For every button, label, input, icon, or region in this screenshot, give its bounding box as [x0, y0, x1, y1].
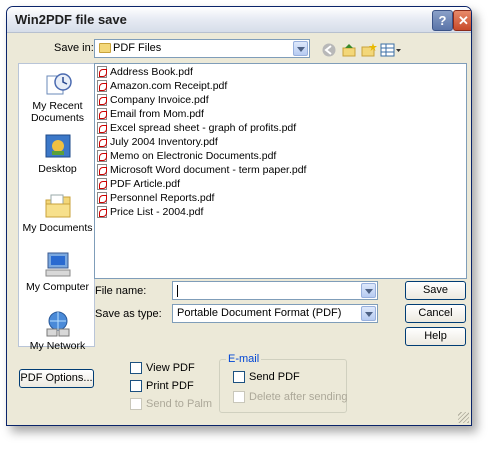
file-item[interactable]: Personnel Reports.pdf	[97, 192, 214, 206]
file-name: Memo on Electronic Documents.pdf	[110, 150, 277, 162]
file-item[interactable]: Company Invoice.pdf	[97, 94, 209, 108]
help-title-button[interactable]: ?	[432, 10, 453, 31]
window-title: Win2PDF file save	[15, 12, 127, 27]
sidebar-item-label: My Computer	[25, 281, 89, 293]
resize-grip-icon[interactable]	[458, 412, 469, 423]
save-dialog: Win2PDF file save ? ✕ Save in: PDF Files…	[6, 6, 472, 426]
file-name: July 2004 Inventory.pdf	[110, 136, 218, 148]
view-pdf-label: View PDF	[146, 362, 195, 374]
pdf-file-icon	[97, 80, 107, 93]
checkbox-box	[233, 391, 245, 404]
file-item[interactable]: Microsoft Word document - term paper.pdf	[97, 164, 306, 178]
sidebar-item-desktop[interactable]: Desktop	[19, 133, 96, 175]
file-item[interactable]: Address Book.pdf	[97, 66, 193, 80]
cancel-button[interactable]: Cancel	[405, 304, 466, 323]
send-to-palm-label: Send to Palm	[146, 398, 213, 410]
checkbox-box[interactable]	[130, 380, 142, 393]
pdf-file-icon	[97, 192, 107, 205]
pdf-options-button[interactable]: PDF Options...	[19, 369, 94, 388]
sidebar-item-my-computer[interactable]: My Computer	[19, 251, 96, 293]
file-name: Amazon.com Receipt.pdf	[110, 80, 228, 92]
print-pdf-label: Print PDF	[146, 380, 194, 392]
sidebar-item-label: Documents	[30, 112, 85, 124]
file-name: PDF Article.pdf	[110, 178, 181, 190]
file-name: Address Book.pdf	[110, 66, 193, 78]
recent-documents-icon	[43, 70, 73, 98]
file-item[interactable]: Amazon.com Receipt.pdf	[97, 80, 227, 94]
sidebar-item-my-documents[interactable]: My Documents	[19, 192, 96, 234]
send-pdf-label: Send PDF	[249, 371, 300, 383]
file-name: Personnel Reports.pdf	[110, 192, 215, 204]
help-button[interactable]: Help	[405, 327, 466, 346]
checkbox-box[interactable]	[130, 362, 142, 375]
close-button[interactable]: ✕	[453, 10, 471, 31]
save-button[interactable]: Save	[405, 281, 466, 300]
file-item[interactable]: Memo on Electronic Documents.pdf	[97, 150, 276, 164]
pdf-file-icon	[97, 66, 107, 79]
chevron-down-icon[interactable]	[293, 41, 308, 56]
save-in-value: PDF Files	[113, 42, 162, 54]
file-name: Email from Mom.pdf	[110, 108, 204, 120]
email-group-label: E-mail	[226, 353, 262, 365]
sidebar-item-my-recent-documents[interactable]: My Recent Documents	[19, 70, 96, 124]
my-documents-icon	[43, 192, 73, 220]
pdf-file-icon	[97, 122, 107, 135]
text-cursor	[177, 285, 178, 297]
view-menu-icon[interactable]	[380, 42, 402, 58]
file-item[interactable]: July 2004 Inventory.pdf	[97, 136, 218, 150]
pdf-file-icon	[97, 150, 107, 163]
my-computer-icon	[43, 251, 73, 279]
sidebar-item-label: My Network	[29, 340, 86, 352]
delete-after-sending-label: Delete after sending	[249, 391, 348, 403]
print-pdf-checkbox[interactable]: Print PDF	[130, 380, 194, 393]
save-type-value: Portable Document Format (PDF)	[177, 307, 342, 319]
sidebar-item-label: My Recent	[32, 100, 83, 112]
file-name: Excel spread sheet - graph of profits.pd…	[110, 122, 297, 134]
send-to-palm-checkbox: Send to Palm	[130, 398, 213, 411]
up-folder-icon[interactable]	[341, 42, 359, 58]
file-name: Company Invoice.pdf	[110, 94, 209, 106]
file-item[interactable]: Price List - 2004.pdf	[97, 206, 203, 220]
delete-after-sending-checkbox: Delete after sending	[233, 391, 348, 404]
save-in-label: Save in:	[54, 42, 94, 54]
file-list[interactable]: Address Book.pdf Amazon.com Receipt.pdf Co…	[94, 63, 467, 279]
sidebar-item-label: My Documents	[22, 222, 93, 234]
sidebar-item-my-network[interactable]: My Network	[19, 310, 96, 352]
file-name: Microsoft Word document - term paper.pdf	[110, 164, 307, 176]
pdf-file-icon	[97, 206, 107, 219]
save-in-dropdown[interactable]: PDF Files	[94, 39, 310, 58]
my-network-icon	[43, 310, 73, 338]
pdf-file-icon	[97, 178, 107, 191]
pdf-file-icon	[97, 108, 107, 121]
file-name: Price List - 2004.pdf	[110, 206, 204, 218]
checkbox-box	[130, 398, 142, 411]
file-item[interactable]: Email from Mom.pdf	[97, 108, 204, 122]
email-group: E-mail Send PDF Delete after sending	[219, 353, 348, 413]
chevron-down-icon[interactable]	[361, 283, 376, 298]
chevron-down-icon[interactable]	[361, 306, 376, 321]
pdf-file-icon	[97, 164, 107, 177]
desktop-icon	[43, 133, 73, 161]
sidebar-item-label: Desktop	[38, 163, 77, 175]
back-icon[interactable]	[321, 42, 339, 58]
pdf-file-icon	[97, 136, 107, 149]
new-folder-icon[interactable]	[361, 42, 379, 58]
view-pdf-checkbox[interactable]: View PDF	[130, 362, 195, 375]
file-item[interactable]: Excel spread sheet - graph of profits.pd…	[97, 122, 296, 136]
title-bar[interactable]: Win2PDF file save ? ✕	[7, 7, 471, 33]
places-bar: My Recent Documents Desktop My Documents…	[18, 63, 96, 352]
file-item[interactable]: PDF Article.pdf	[97, 178, 180, 192]
checkbox-box[interactable]	[233, 371, 245, 384]
file-name-input[interactable]	[172, 281, 378, 300]
folder-icon	[99, 43, 111, 53]
pdf-file-icon	[97, 94, 107, 107]
send-pdf-checkbox[interactable]: Send PDF	[233, 371, 300, 384]
save-type-label: Save as type:	[95, 308, 162, 320]
save-type-dropdown[interactable]: Portable Document Format (PDF)	[172, 304, 378, 323]
file-name-label: File name:	[95, 285, 147, 297]
